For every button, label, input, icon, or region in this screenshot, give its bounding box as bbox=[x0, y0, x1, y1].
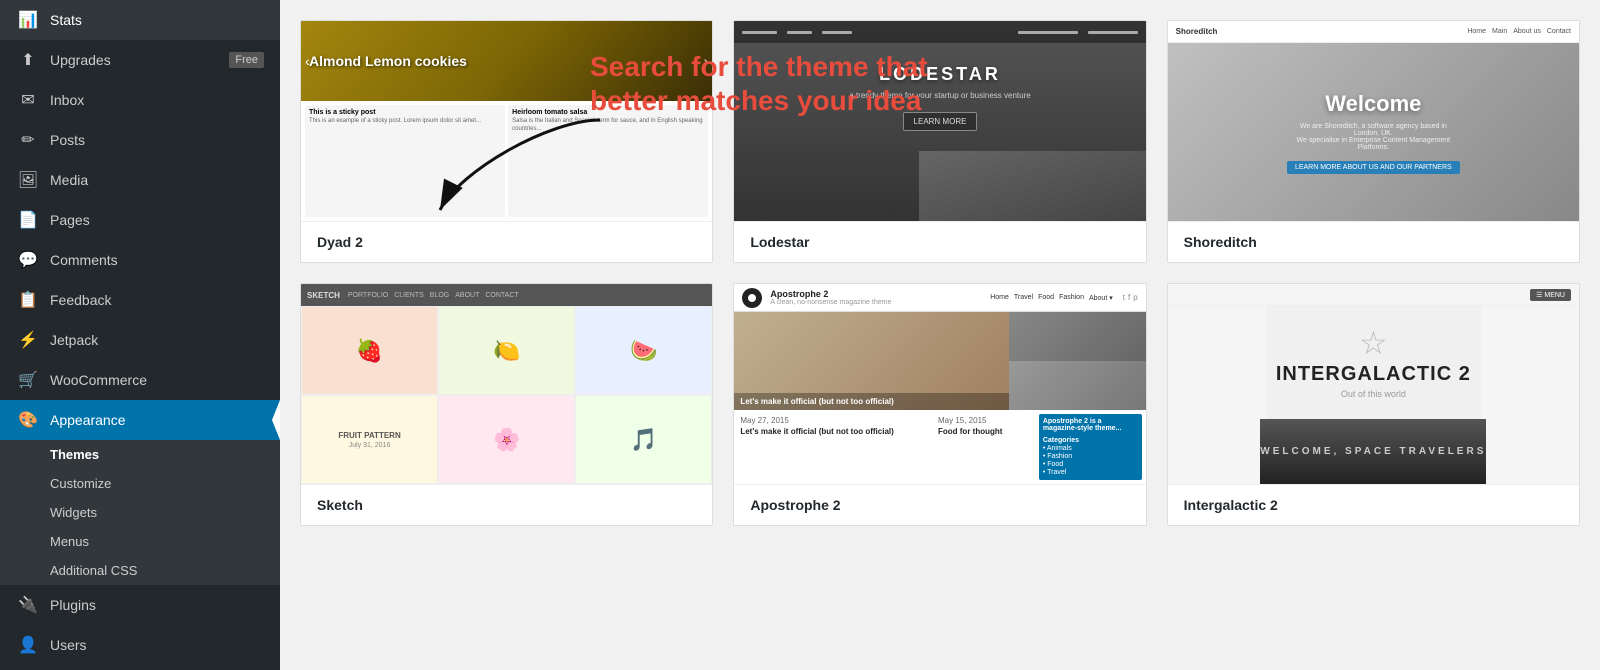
sidebar-sub-menu: Themes Customize Widgets Menus Additiona… bbox=[0, 440, 280, 585]
theme-card-lodestar[interactable]: LODESTAR a trendy theme for your startup… bbox=[733, 20, 1146, 263]
sidebar-sub-additional-css[interactable]: Additional CSS bbox=[0, 556, 280, 585]
sidebar-label-media: Media bbox=[50, 172, 88, 188]
sidebar-item-media[interactable]: 🖼 Media bbox=[0, 160, 280, 200]
sidebar-item-inbox[interactable]: ✉ Inbox bbox=[0, 80, 280, 120]
sidebar-item-plugins[interactable]: 🔌 Plugins bbox=[0, 585, 280, 625]
inbox-icon: ✉ bbox=[16, 90, 40, 110]
theme-preview-shoreditch: Shoreditch Home Main About us Contact We… bbox=[1168, 21, 1579, 221]
theme-preview-apostrophe2: Apostrophe 2 A clean, no-nonsense magazi… bbox=[734, 284, 1145, 484]
sidebar-label-appearance: Appearance bbox=[50, 412, 126, 428]
theme-card-apostrophe2[interactable]: Apostrophe 2 A clean, no-nonsense magazi… bbox=[733, 283, 1146, 526]
sidebar-sub-menus[interactable]: Menus bbox=[0, 527, 280, 556]
theme-card-intergalactic2[interactable]: ☰ MENU ☆ INTERGALACTIC 2 Out of this wor… bbox=[1167, 283, 1580, 526]
theme-name-dyad2: Dyad 2 bbox=[301, 221, 712, 262]
sidebar-item-pages[interactable]: 📄 Pages bbox=[0, 200, 280, 240]
users-icon: 👤 bbox=[16, 635, 40, 655]
comments-icon: 💬 bbox=[16, 250, 40, 270]
theme-name-shoreditch: Shoreditch bbox=[1168, 221, 1579, 262]
theme-name-apostrophe2: Apostrophe 2 bbox=[734, 484, 1145, 525]
theme-name-sketch: Sketch bbox=[301, 484, 712, 525]
jetpack-icon: ⚡ bbox=[16, 330, 40, 350]
sidebar-item-users[interactable]: 👤 Users bbox=[0, 625, 280, 665]
upgrades-icon: ⬆ bbox=[16, 50, 40, 70]
theme-name-lodestar: Lodestar bbox=[734, 221, 1145, 262]
sidebar-label-jetpack: Jetpack bbox=[50, 332, 98, 348]
theme-card-sketch[interactable]: SKETCH PORTFOLIOCLIENTSBLOGABOUTCONTACT … bbox=[300, 283, 713, 526]
posts-icon: ✏ bbox=[16, 130, 40, 150]
upgrades-badge: Free bbox=[229, 52, 264, 68]
theme-card-shoreditch[interactable]: Shoreditch Home Main About us Contact We… bbox=[1167, 20, 1580, 263]
sidebar: 📊 Stats ⬆ Upgrades Free ✉ Inbox ✏ Posts … bbox=[0, 0, 280, 670]
sidebar-label-posts: Posts bbox=[50, 132, 85, 148]
plugins-icon: 🔌 bbox=[16, 595, 40, 615]
theme-preview-intergalactic2: ☰ MENU ☆ INTERGALACTIC 2 Out of this wor… bbox=[1168, 284, 1579, 484]
sidebar-label-pages: Pages bbox=[50, 212, 90, 228]
theme-preview-sketch: SKETCH PORTFOLIOCLIENTSBLOGABOUTCONTACT … bbox=[301, 284, 712, 484]
media-icon: 🖼 bbox=[16, 170, 40, 190]
sidebar-item-feedback[interactable]: 📋 Feedback bbox=[0, 280, 280, 320]
sidebar-sub-themes[interactable]: Themes bbox=[0, 440, 280, 469]
sidebar-arrow bbox=[272, 400, 280, 440]
sidebar-label-stats: Stats bbox=[50, 12, 82, 28]
theme-preview-dyad2: Almond Lemon cookies ‹ › This is a stick… bbox=[301, 21, 712, 221]
feedback-icon: 📋 bbox=[16, 290, 40, 310]
stats-icon: 📊 bbox=[16, 10, 40, 30]
sidebar-item-posts[interactable]: ✏ Posts bbox=[0, 120, 280, 160]
theme-name-intergalactic2: Intergalactic 2 bbox=[1168, 484, 1579, 525]
themes-grid: Almond Lemon cookies ‹ › This is a stick… bbox=[300, 20, 1580, 526]
sidebar-label-feedback: Feedback bbox=[50, 292, 111, 308]
sidebar-label-comments: Comments bbox=[50, 252, 118, 268]
woo-icon: 🛒 bbox=[16, 370, 40, 390]
sidebar-item-comments[interactable]: 💬 Comments bbox=[0, 240, 280, 280]
pages-icon: 📄 bbox=[16, 210, 40, 230]
appearance-icon: 🎨 bbox=[16, 410, 40, 430]
theme-card-dyad2[interactable]: Almond Lemon cookies ‹ › This is a stick… bbox=[300, 20, 713, 263]
sidebar-sub-widgets[interactable]: Widgets bbox=[0, 498, 280, 527]
main-content: Search for the theme that better matches… bbox=[280, 0, 1600, 670]
sidebar-label-plugins: Plugins bbox=[50, 597, 96, 613]
theme-preview-lodestar: LODESTAR a trendy theme for your startup… bbox=[734, 21, 1145, 221]
sidebar-item-appearance[interactable]: 🎨 Appearance bbox=[0, 400, 280, 440]
sidebar-label-woocommerce: WooCommerce bbox=[50, 372, 147, 388]
sidebar-item-jetpack[interactable]: ⚡ Jetpack bbox=[0, 320, 280, 360]
sidebar-label-inbox: Inbox bbox=[50, 92, 84, 108]
sidebar-item-woocommerce[interactable]: 🛒 WooCommerce bbox=[0, 360, 280, 400]
sidebar-sub-customize[interactable]: Customize bbox=[0, 469, 280, 498]
sidebar-label-upgrades: Upgrades bbox=[50, 52, 111, 68]
sidebar-item-upgrades[interactable]: ⬆ Upgrades Free bbox=[0, 40, 280, 80]
sidebar-item-stats[interactable]: 📊 Stats bbox=[0, 0, 280, 40]
sidebar-label-users: Users bbox=[50, 637, 87, 653]
